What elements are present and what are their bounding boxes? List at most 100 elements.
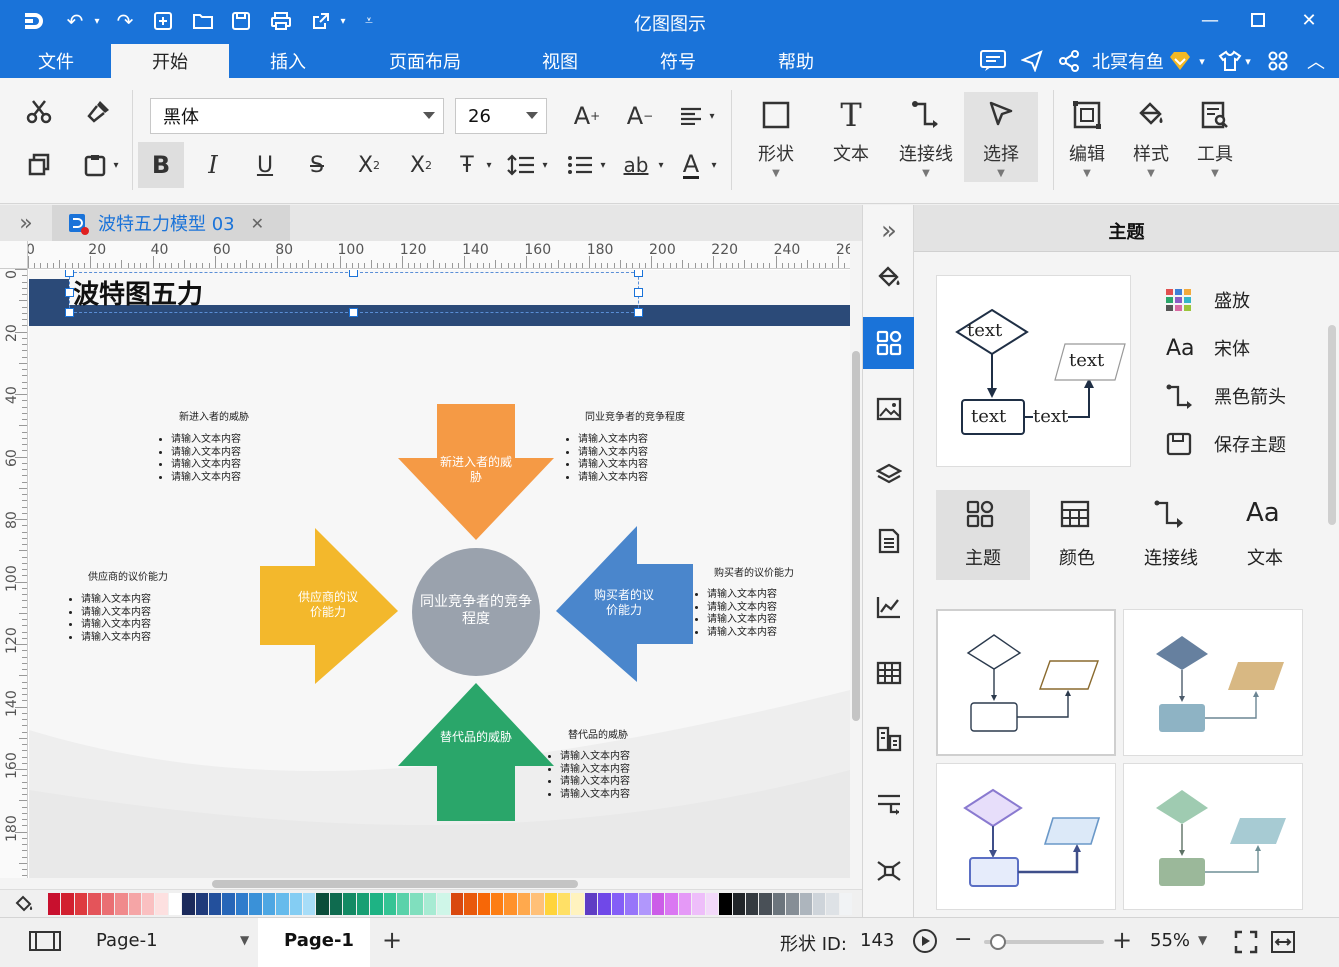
connector-tool-button[interactable]: 连接线 ▼ [893, 92, 959, 182]
bold-button[interactable]: B [138, 142, 184, 188]
font-size-select[interactable]: 26 [455, 98, 547, 134]
style-tool-button[interactable]: 样式 ▼ [1122, 92, 1180, 182]
fill-panel-icon[interactable] [863, 251, 915, 303]
color-swatch[interactable] [799, 893, 814, 915]
text-style-dropdown-icon[interactable]: ▾ [482, 142, 496, 188]
color-swatch[interactable] [477, 893, 491, 915]
color-swatch[interactable] [303, 893, 317, 915]
color-swatch[interactable] [678, 893, 693, 915]
add-page-icon[interactable]: + [382, 926, 402, 954]
theme-thumbnail[interactable] [1123, 609, 1303, 756]
color-swatch[interactable] [61, 893, 75, 915]
horizontal-scroll-thumb[interactable] [212, 880, 578, 888]
color-swatch[interactable] [396, 893, 411, 915]
tab-theme[interactable]: 主题 [936, 490, 1030, 580]
cut-icon[interactable] [22, 94, 56, 128]
color-swatch[interactable] [450, 893, 465, 915]
subscript-button[interactable]: X2 [404, 142, 438, 188]
top-left-bullet-list[interactable]: 请输入文本内容 请输入文本内容 请输入文本内容 请输入文本内容 [159, 434, 241, 484]
color-swatch[interactable] [356, 893, 371, 915]
text-highlight-dropdown-icon[interactable]: ▾ [654, 142, 668, 188]
bullet-list-icon[interactable] [564, 142, 596, 188]
decrease-font-icon[interactable]: A − [623, 98, 657, 134]
menu-home[interactable]: 开始 [111, 44, 229, 78]
apps-grid-icon[interactable] [1264, 44, 1292, 78]
vip-diamond-icon[interactable] [1166, 44, 1194, 78]
new-file-icon[interactable] [150, 8, 176, 34]
drawing-page[interactable]: 波特图五力 新进入者的威胁 供应商的议价能力 购买者的议价能力 替代品的威胁 同… [29, 270, 850, 878]
color-swatch[interactable] [195, 893, 210, 915]
font-color-dropdown-icon[interactable]: ▾ [708, 142, 720, 188]
open-folder-icon[interactable] [190, 8, 216, 34]
bottom-block-title[interactable]: 替代品的威胁 [568, 726, 628, 741]
skin-shirt-icon[interactable] [1216, 44, 1244, 78]
color-swatch[interactable] [839, 893, 854, 915]
fit-width-icon[interactable] [1270, 930, 1296, 954]
top-left-block-title[interactable]: 新进入者的威胁 [179, 408, 249, 423]
color-swatch[interactable] [651, 893, 666, 915]
color-swatch[interactable] [531, 893, 545, 915]
paste-icon[interactable] [80, 148, 110, 182]
vertical-scroll-thumb[interactable] [852, 351, 860, 721]
image-panel-icon[interactable] [863, 383, 915, 435]
chart-panel-icon[interactable] [863, 581, 915, 633]
tab-connector[interactable]: 连接线 [1124, 490, 1218, 580]
italic-button[interactable]: I [196, 142, 230, 188]
share-icon[interactable] [1055, 44, 1083, 78]
page-select[interactable]: Page-1 [96, 930, 158, 951]
zoom-dropdown-icon[interactable]: ▼ [1198, 933, 1207, 947]
color-swatch[interactable] [490, 893, 505, 915]
superscript-button[interactable]: X2 [352, 142, 386, 188]
collapse-ribbon-icon[interactable]: ︿ [1302, 44, 1330, 78]
color-swatch[interactable] [343, 893, 357, 915]
color-swatch[interactable] [222, 893, 236, 915]
maximize-button[interactable] [1241, 6, 1275, 34]
theme-option-color-scheme[interactable]: 盛放 [1166, 285, 1326, 315]
text-style-icon[interactable]: Ŧ [452, 142, 482, 188]
center-circle-text[interactable]: 同业竞争者的竞争程度 [419, 594, 533, 628]
fill-bucket-icon[interactable] [12, 892, 36, 916]
minimize-button[interactable]: — [1193, 6, 1227, 34]
theme-option-connector[interactable]: 黑色箭头 [1166, 381, 1336, 411]
color-swatch[interactable] [611, 893, 626, 915]
tab-color[interactable]: 颜色 [1030, 490, 1124, 580]
collapse-panel-icon[interactable]: » [863, 205, 915, 257]
theme-thumbnail[interactable] [936, 763, 1116, 910]
align-dropdown-icon[interactable]: ▾ [706, 98, 718, 134]
color-swatch[interactable] [276, 893, 290, 915]
save-theme-button[interactable]: 保存主题 [1166, 429, 1336, 459]
underline-button[interactable]: U [248, 142, 282, 188]
zoom-out-icon[interactable]: − [954, 927, 972, 952]
color-swatch[interactable] [813, 893, 827, 915]
color-swatch[interactable] [558, 893, 572, 915]
color-swatch[interactable] [141, 893, 156, 915]
undo-dropdown-icon[interactable]: ▾ [84, 8, 110, 34]
zoom-slider-thumb[interactable] [989, 934, 1006, 950]
top-arrow-text[interactable]: 新进入者的威胁 [437, 455, 515, 485]
color-swatch[interactable] [625, 893, 639, 915]
color-swatch[interactable] [759, 893, 773, 915]
color-swatch[interactable] [732, 893, 746, 915]
tools-tool-button[interactable]: 工具 ▼ [1186, 92, 1244, 182]
color-swatch[interactable] [544, 893, 559, 915]
user-dropdown-icon[interactable]: ▾ [1194, 44, 1210, 78]
text-highlight-icon[interactable]: ab [618, 142, 654, 188]
increase-font-icon[interactable]: A + [570, 98, 604, 134]
line-spacing-icon[interactable] [504, 142, 538, 188]
menu-help[interactable]: 帮助 [758, 44, 834, 78]
menu-file[interactable]: 文件 [18, 44, 94, 78]
app-logo-icon[interactable] [20, 8, 46, 34]
color-swatch[interactable] [209, 893, 223, 915]
color-swatch[interactable] [235, 893, 250, 915]
copy-icon[interactable] [22, 148, 56, 182]
export-dropdown-icon[interactable]: ▾ [330, 8, 356, 34]
theme-thumbnail[interactable] [936, 609, 1116, 756]
strikethrough-button[interactable]: S [300, 142, 334, 188]
color-swatch[interactable] [517, 893, 532, 915]
color-swatch[interactable] [437, 893, 451, 915]
right-block-title[interactable]: 购买者的议价能力 [714, 564, 794, 579]
vertical-scrollbar[interactable] [850, 241, 862, 889]
color-swatch[interactable] [329, 893, 344, 915]
bullet-list-dropdown-icon[interactable]: ▾ [596, 142, 610, 188]
document-panel-icon[interactable] [863, 515, 915, 567]
